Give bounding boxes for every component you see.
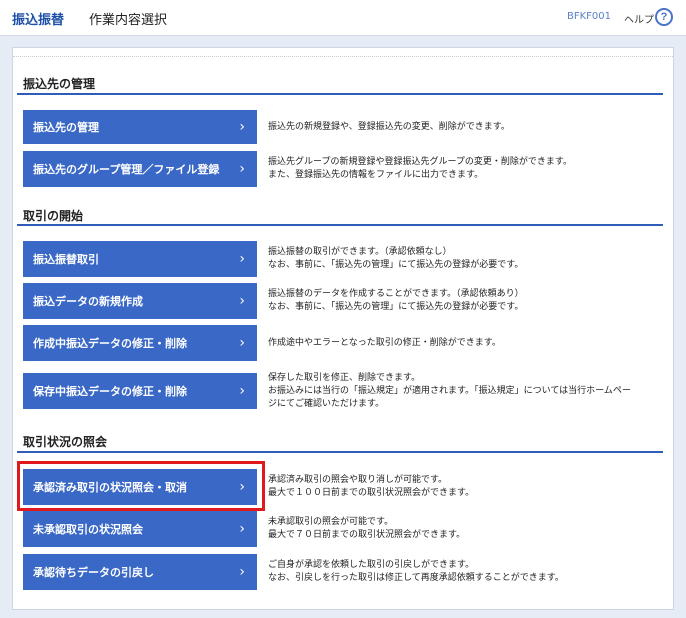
item-description: 作成途中やエラーとなった取引の修正・削除ができます。 <box>268 337 501 348</box>
payee-group-file-button[interactable]: 振込先のグループ管理／ファイル登録 › <box>23 151 257 187</box>
chevron-right-icon: › <box>239 335 245 351</box>
button-label: 振込データの新規作成 <box>33 295 143 308</box>
button-label: 承認待ちデータの引戻し <box>33 566 154 579</box>
chevron-right-icon: › <box>239 479 245 495</box>
chevron-right-icon: › <box>239 161 245 177</box>
item-description: 振込先グループの新規登録や登録振込先グループの変更・削除ができます。 また、登録… <box>268 157 573 180</box>
section-divider <box>17 451 663 453</box>
item-description: 承認済み取引の照会や取り消しが可能です。 最大で１００日前までの取引状況照会がで… <box>268 475 475 498</box>
screen-id: BFKF001 <box>567 11 612 22</box>
divider <box>13 56 673 57</box>
create-transfer-data-button[interactable]: 振込データの新規作成 › <box>23 283 257 319</box>
section-divider <box>17 224 663 226</box>
item-description: 保存した取引を修正、削除できます。 お振込みには当行の「振込規定」が適用されます… <box>268 372 631 409</box>
chevron-right-icon: › <box>239 383 245 399</box>
page-category-title: 振込振替 <box>12 13 65 28</box>
transfer-transaction-button[interactable]: 振込振替取引 › <box>23 241 257 277</box>
chevron-right-icon: › <box>239 521 245 537</box>
menu-panel: 振込先の管理 振込先の管理 › 振込先の新規登録や、登録振込先の変更、削除ができ… <box>12 47 674 610</box>
button-label: 作成中振込データの修正・削除 <box>33 337 187 350</box>
edit-saved-transfer-button[interactable]: 保存中振込データの修正・削除 › <box>23 373 257 409</box>
button-label: 未承認取引の状況照会 <box>33 523 143 536</box>
section-title-transaction-inquiry: 取引状況の照会 <box>23 435 108 449</box>
page-title: 作業内容選択 <box>89 13 168 28</box>
app-header: 振込振替 作業内容選択 BFKF001 ヘルプ ? <box>0 0 686 36</box>
button-label: 振込先のグループ管理／ファイル登録 <box>33 163 220 176</box>
chevron-right-icon: › <box>239 119 245 135</box>
button-label: 保存中振込データの修正・削除 <box>33 385 187 398</box>
section-divider <box>17 93 663 95</box>
item-description: 振込振替のデータを作成することができます。（承認依頼あり） なお、事前に、「振込… <box>268 289 524 312</box>
edit-draft-transfer-button[interactable]: 作成中振込データの修正・削除 › <box>23 325 257 361</box>
chevron-right-icon: › <box>239 564 245 580</box>
chevron-right-icon: › <box>239 293 245 309</box>
item-description: 振込先の新規登録や、登録振込先の変更、削除ができます。 <box>268 121 510 132</box>
item-description: 振込振替の取引ができます。（承認依頼なし） なお、事前に、「振込先の管理」にて振… <box>268 247 524 270</box>
chevron-right-icon: › <box>239 251 245 267</box>
help-link[interactable]: ヘルプ <box>624 11 654 26</box>
unapproved-transaction-inquiry-button[interactable]: 未承認取引の状況照会 › <box>23 511 257 547</box>
approved-transaction-inquiry-button[interactable]: 承認済み取引の状況照会・取消 › <box>23 469 257 505</box>
help-icon[interactable]: ? <box>655 8 673 26</box>
recall-pending-data-button[interactable]: 承認待ちデータの引戻し › <box>23 554 257 590</box>
payee-management-button[interactable]: 振込先の管理 › <box>23 110 257 144</box>
button-label: 振込振替取引 <box>33 253 99 266</box>
item-description: 未承認取引の照会が可能です。 最大で７０日前までの取引状況照会ができます。 <box>268 517 466 540</box>
button-label: 振込先の管理 <box>33 121 99 134</box>
button-label: 承認済み取引の状況照会・取消 <box>33 481 187 494</box>
section-title-payee-management: 振込先の管理 <box>23 77 96 91</box>
section-title-start-transaction: 取引の開始 <box>23 209 84 223</box>
item-description: ご自身が承認を依頼した取引の引戻しができます。 なお、引戻しを行った取引は修正し… <box>268 560 564 583</box>
